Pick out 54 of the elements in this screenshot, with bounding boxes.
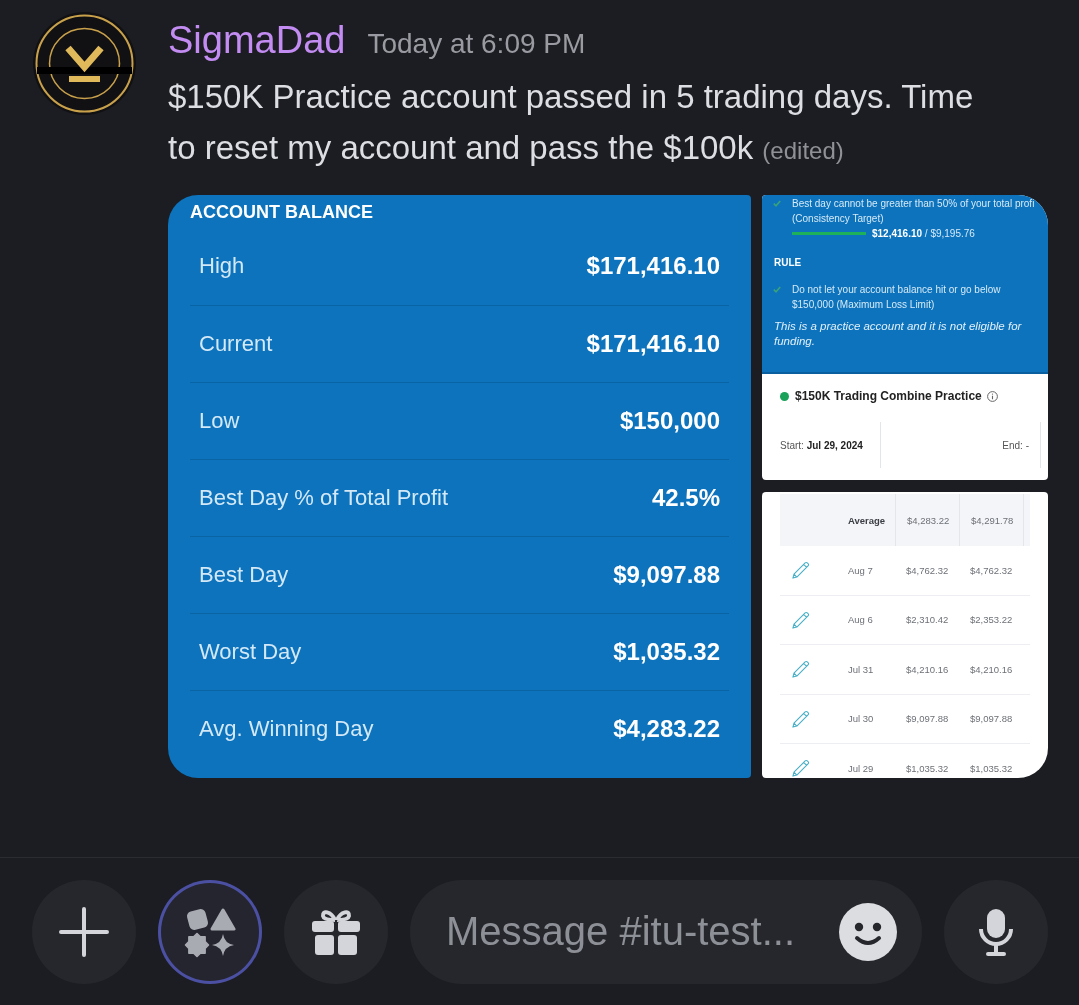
table-header-cell: $4,283.22 xyxy=(907,514,950,526)
balance-card[interactable]: ACCOUNT BALANCE High $171,416.10 Current $171,416.10 Low $150,000 Best Day % of Total Profit 42.5% Best Day $9,097.88 Worst Day $1,035.32 Avg. Winning Day $4,283.22 xyxy=(168,195,751,778)
row-value: $9,097.88 xyxy=(613,560,720,589)
rule-text: Do not let your account balance hit or go below $150,000 (Maximum Loss Limit) xyxy=(792,282,1002,312)
rule-text: Best day cannot be greater than 50% of your total profi xyxy=(792,197,1035,211)
table-cell: $2,353.22 xyxy=(970,614,1013,626)
table-header-cell: Average xyxy=(848,514,886,526)
table-cell: $4,762.32 xyxy=(970,564,1013,576)
card-title: ACCOUNT BALANCE xyxy=(190,201,374,223)
avatar-emblem[interactable] xyxy=(33,12,136,115)
row-value: $1,035.32 xyxy=(613,637,720,666)
table-cell: $4,762.32 xyxy=(906,564,949,576)
row-value: $171,416.10 xyxy=(586,329,720,358)
table-cell: Jul 30 xyxy=(848,713,874,725)
row-label: Worst Day xyxy=(199,638,302,665)
author-name[interactable]: SigmaDad xyxy=(168,18,346,62)
table-cell: Jul 31 xyxy=(848,663,874,675)
account-name: $150K Trading Combine Practice xyxy=(795,388,982,404)
rules-card[interactable] xyxy=(762,195,1048,480)
table-cell: $9,097.88 xyxy=(906,713,949,725)
start-date: Start: Jul 29, 2024 xyxy=(780,439,863,451)
row-label: High xyxy=(199,253,245,279)
table-cell: $4,210.16 xyxy=(970,663,1013,675)
section-heading: RULE xyxy=(774,255,803,270)
message-field[interactable]: Message #itu-test... xyxy=(410,879,922,984)
plus-icon xyxy=(59,906,109,957)
smiley-icon xyxy=(839,902,897,961)
table-cell: Aug 7 xyxy=(848,564,873,576)
microphone-icon xyxy=(978,906,1014,957)
row-value: $171,416.10 xyxy=(586,252,720,280)
table-cell: $2,310.42 xyxy=(906,614,949,626)
timestamp: Today at 6:09 PM xyxy=(367,27,586,61)
table-cell: $1,035.32 xyxy=(970,762,1013,774)
table-cell: $1,035.32 xyxy=(906,762,949,774)
row-value: 42.5% xyxy=(651,483,720,512)
row-label: Current xyxy=(199,330,273,357)
message-text: $150K Practice account passed in 5 trading days. Time to reset my account and pass the $100k (edited) xyxy=(168,76,975,168)
row-label: Low xyxy=(199,407,240,434)
row-value: $150,000 xyxy=(619,406,720,435)
row-label: Best Day xyxy=(199,561,289,588)
row-value: $4,283.22 xyxy=(613,714,720,743)
row-label: Avg. Winning Day xyxy=(199,715,374,742)
progress-reading: $12,416.10 / $9,195.76 xyxy=(872,228,975,239)
end-date: End: - xyxy=(1002,439,1029,451)
emoji-button[interactable] xyxy=(839,902,897,961)
table-cell: $9,097.88 xyxy=(970,713,1013,725)
table-cell: Jul 29 xyxy=(848,762,874,774)
table-header-cell: $4,291.78 xyxy=(971,514,1014,526)
info-icon[interactable] xyxy=(986,390,998,402)
row-label: Best Day % of Total Profit xyxy=(199,484,449,511)
table-cell: Aug 6 xyxy=(848,614,873,626)
table-cell: $4,210.16 xyxy=(906,663,949,675)
disclaimer-text: This is a practice account and it is not eligible for funding. xyxy=(774,318,1023,349)
rule-note: (Consistency Target) xyxy=(792,212,885,226)
